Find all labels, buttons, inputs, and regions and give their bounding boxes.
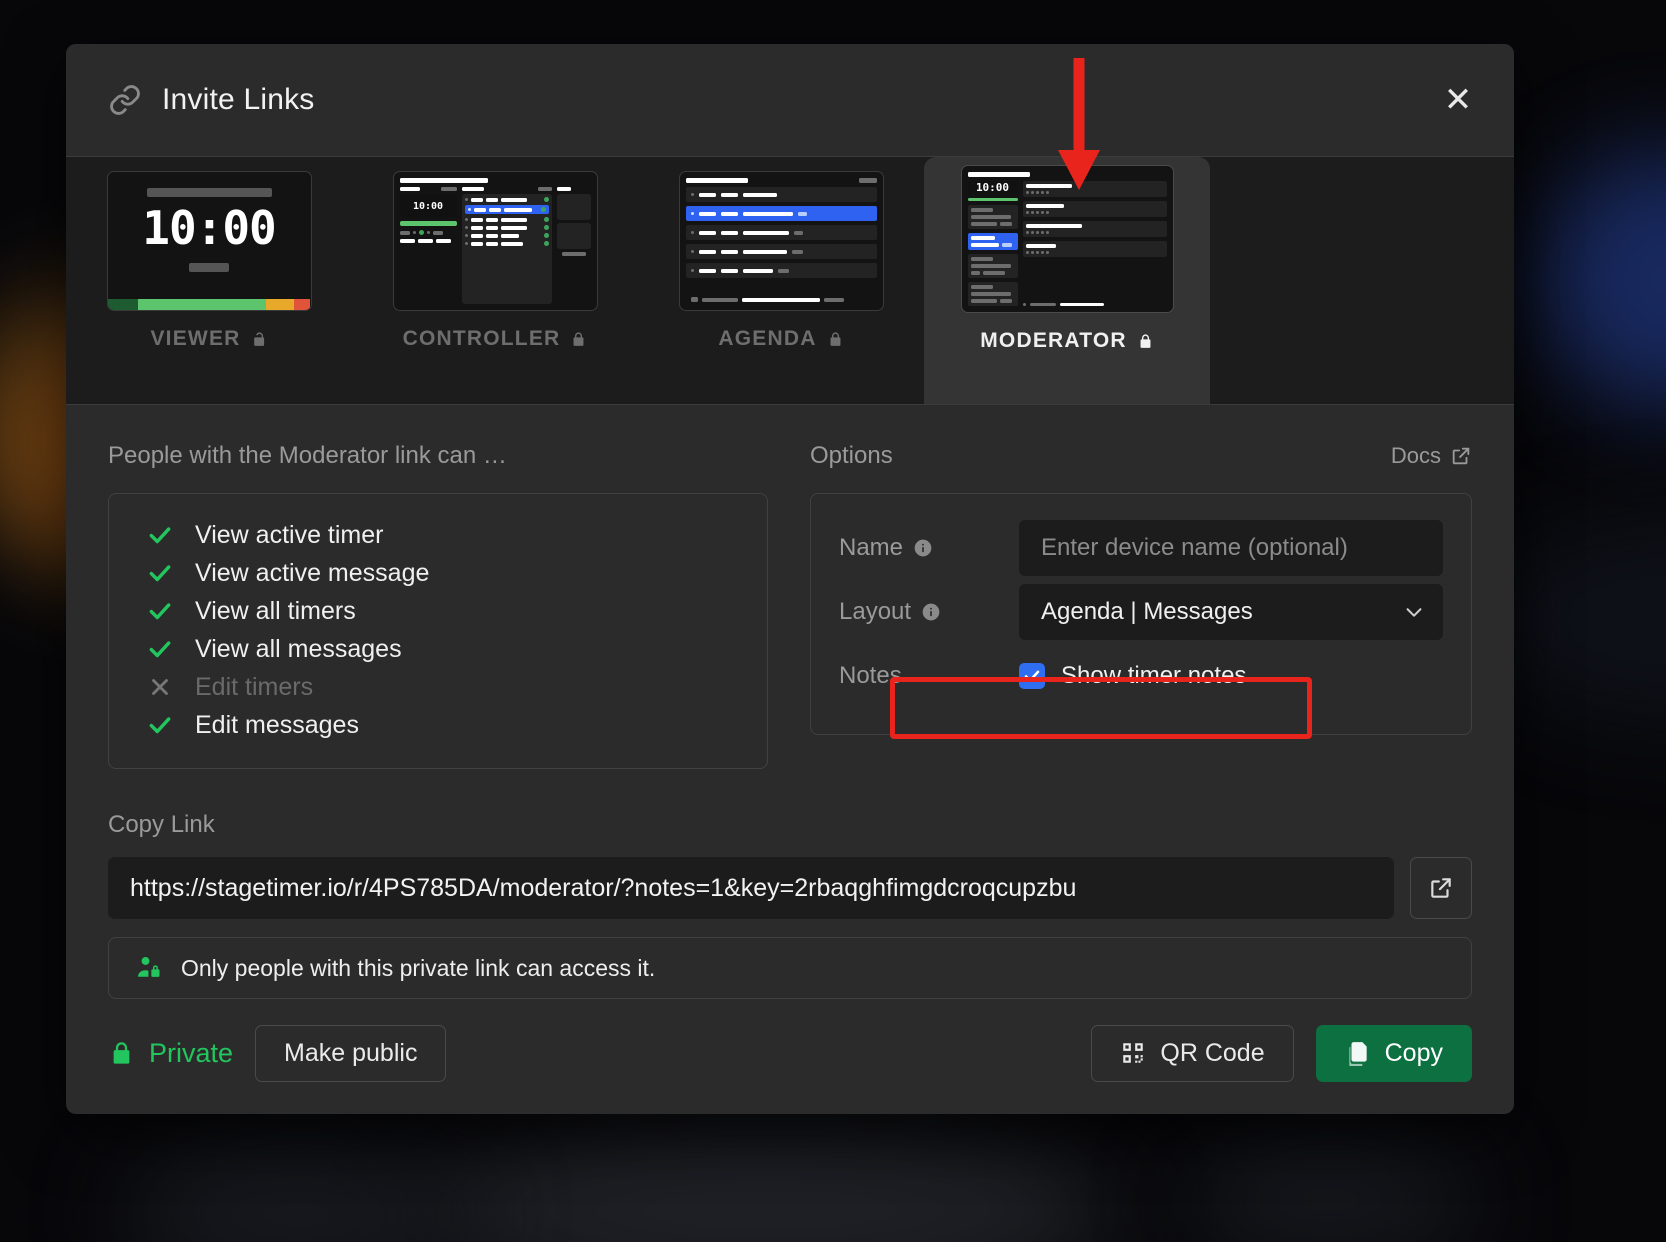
tab-agenda-label: AGENDA xyxy=(718,327,843,351)
notes-label-text: Notes xyxy=(839,662,902,689)
link-type-tabs: 10:00 VIEWER 10:00 CONTROLLER AGENDA 10:… xyxy=(66,157,1514,405)
private-label: Private xyxy=(149,1037,234,1068)
permissions-title: People with the Moderator link can … xyxy=(108,442,507,469)
make-public-label: Make public xyxy=(284,1038,418,1067)
privacy-note: Only people with this private link can a… xyxy=(108,937,1472,999)
permission-item: View active message xyxy=(147,554,767,592)
lock-icon xyxy=(1140,333,1151,348)
permission-item: View all timers xyxy=(147,592,767,630)
docs-link-label: Docs xyxy=(1390,443,1441,468)
copy-link-title: Copy Link xyxy=(108,811,215,838)
layout-select-wrapper[interactable]: Agenda | Messages xyxy=(1019,584,1443,640)
qr-code-button[interactable]: QR Code xyxy=(1091,1024,1294,1082)
permissions-panel: View active timer View active message Vi… xyxy=(108,493,768,769)
qr-code-icon xyxy=(1123,1043,1144,1063)
permission-label: Edit messages xyxy=(195,710,359,739)
privacy-note-text: Only people with this private link can a… xyxy=(181,954,656,981)
show-timer-notes-checkbox[interactable] xyxy=(1019,663,1045,689)
options-header: Options Docs xyxy=(810,439,1472,473)
name-label: Name xyxy=(839,534,1019,562)
invite-url-field[interactable] xyxy=(108,857,1394,919)
tab-controller-label: CONTROLLER xyxy=(403,327,588,351)
tab-controller-text: CONTROLLER xyxy=(402,327,561,350)
layout-label: Layout xyxy=(839,598,1019,626)
copy-link-section: Copy Link Only people with this private … xyxy=(108,811,1472,999)
checkmark-icon xyxy=(1024,670,1040,682)
permission-item: View active timer xyxy=(147,516,767,554)
tab-moderator[interactable]: 10:00 MODERATOR xyxy=(924,157,1210,404)
external-link-icon xyxy=(1431,878,1451,898)
lock-icon xyxy=(830,331,841,346)
viewer-thumb-timer: 10:00 xyxy=(142,201,276,255)
name-field[interactable] xyxy=(1019,520,1443,576)
permission-label: View active timer xyxy=(195,520,384,549)
invite-links-dialog: Invite Links ✕ 10:00 VIEWER 10:00 CONTRO… xyxy=(66,44,1514,1114)
controller-thumbnail: 10:00 xyxy=(392,171,598,311)
viewer-thumbnail: 10:00 xyxy=(106,171,312,311)
qr-code-label: QR Code xyxy=(1160,1038,1265,1067)
close-icon[interactable]: ✕ xyxy=(1438,80,1478,120)
notes-row: Notes Show timer notes xyxy=(839,648,1443,704)
external-link-icon xyxy=(1452,447,1470,465)
dialog-footer: Private Make public QR Code Copy xyxy=(108,1021,1472,1085)
info-icon[interactable] xyxy=(921,602,941,622)
url-row xyxy=(108,857,1472,919)
name-label-text: Name xyxy=(839,534,904,561)
dialog-body: People with the Moderator link can … Vie… xyxy=(66,405,1514,1114)
layout-label-text: Layout xyxy=(839,598,912,625)
moderator-thumbnail: 10:00 xyxy=(960,165,1174,313)
layout-row: Layout Agenda | Messages xyxy=(839,584,1443,640)
notes-label: Notes xyxy=(839,662,1019,690)
tab-agenda[interactable]: AGENDA xyxy=(638,157,924,404)
tab-agenda-text: AGENDA xyxy=(718,327,817,350)
name-row: Name xyxy=(839,520,1443,576)
tab-viewer-text: VIEWER xyxy=(150,327,241,350)
tab-controller[interactable]: 10:00 CONTROLLER xyxy=(352,157,638,404)
check-icon xyxy=(149,717,171,734)
check-icon xyxy=(149,641,171,658)
copy-label: Copy xyxy=(1384,1038,1443,1067)
permission-label: View all timers xyxy=(195,596,356,625)
unlock-icon xyxy=(253,331,264,346)
permission-item: Edit timers xyxy=(147,668,767,706)
layout-select[interactable]: Agenda | Messages xyxy=(1019,584,1443,640)
tab-viewer-label: VIEWER xyxy=(150,327,267,351)
page-title: Invite Links xyxy=(162,83,315,116)
notes-control[interactable]: Show timer notes xyxy=(1019,662,1246,690)
options-panel: Name Layout Agenda | Messages xyxy=(810,493,1472,735)
permissions-header: People with the Moderator link can … xyxy=(108,439,768,473)
tab-moderator-text: MODERATOR xyxy=(980,329,1127,352)
options-column: Options Docs Name Enter device name (opt… xyxy=(810,439,1472,769)
permission-label: Edit timers xyxy=(195,672,314,701)
show-timer-notes-label: Show timer notes xyxy=(1061,662,1247,689)
private-status: Private xyxy=(108,1038,233,1069)
dialog-header: Invite Links ✕ xyxy=(66,44,1514,157)
permission-label: View active message xyxy=(195,558,430,587)
check-icon xyxy=(149,527,171,544)
moderator-thumb-timer: 10:00 xyxy=(967,181,1018,195)
permission-label: View all messages xyxy=(195,634,402,663)
lock-icon xyxy=(573,331,584,346)
agenda-thumbnail xyxy=(678,171,884,311)
options-title: Options xyxy=(810,442,893,469)
tab-moderator-label: MODERATOR xyxy=(980,329,1154,353)
check-icon xyxy=(149,603,171,620)
docs-link[interactable]: Docs xyxy=(1391,443,1472,469)
permissions-column: People with the Moderator link can … Vie… xyxy=(108,439,768,769)
user-lock-icon xyxy=(138,957,160,977)
link-icon xyxy=(108,83,142,117)
lock-icon xyxy=(113,1041,130,1064)
make-public-button[interactable]: Make public xyxy=(255,1024,447,1082)
copy-icon xyxy=(1348,1042,1367,1066)
check-icon xyxy=(149,565,171,582)
permission-item: Edit messages xyxy=(147,706,767,744)
cross-icon xyxy=(152,679,168,695)
tab-viewer[interactable]: 10:00 VIEWER xyxy=(66,157,352,404)
open-link-button[interactable] xyxy=(1410,857,1472,919)
controller-thumb-timer: 10:00 xyxy=(399,195,457,217)
copy-button[interactable]: Copy xyxy=(1315,1024,1472,1082)
permission-item: View all messages xyxy=(147,630,767,668)
info-icon[interactable] xyxy=(913,538,933,558)
chevron-down-icon xyxy=(1406,608,1422,617)
